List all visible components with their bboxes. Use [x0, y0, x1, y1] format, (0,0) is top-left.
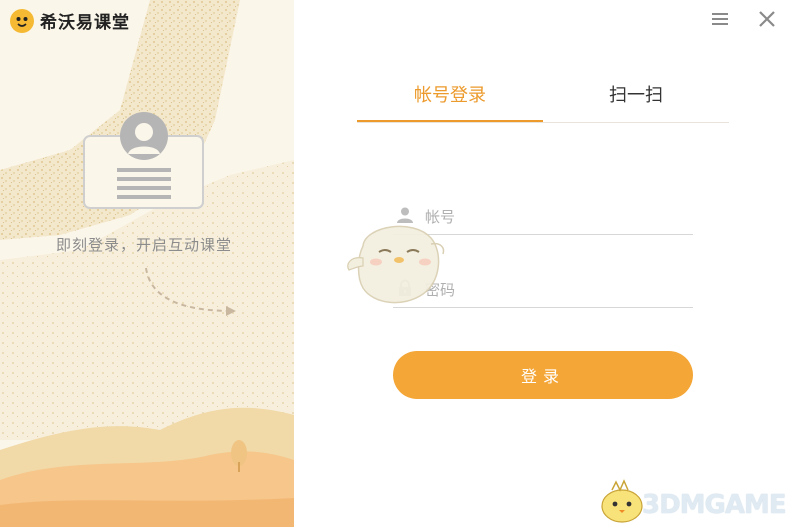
chick-face-icon: [10, 8, 34, 33]
app-logo: 希沃易课堂: [10, 8, 130, 33]
account-input[interactable]: [423, 202, 687, 232]
watermark-chick-icon: [601, 479, 643, 523]
avatar-card-icon: [83, 112, 204, 209]
speckled-background: [0, 0, 294, 527]
title-bar: 希沃易课堂: [0, 0, 790, 40]
id-card-illustration: [82, 110, 206, 214]
close-button[interactable]: [756, 8, 778, 30]
left-illustration-panel: [0, 0, 294, 527]
mascot-bird-icon: [347, 225, 445, 304]
login-button[interactable]: 登录: [393, 351, 693, 399]
watermark: 3DMGAME: [598, 478, 787, 524]
hamburger-menu-icon: [712, 13, 728, 25]
tab-account-login[interactable]: 帐号登录: [357, 80, 543, 122]
password-input[interactable]: [423, 275, 687, 305]
tab-divider: [357, 122, 729, 123]
watermark-text: 3DMGAME: [642, 490, 787, 520]
slogan-text: 即刻登录，开启互动课堂: [56, 236, 233, 254]
menu-button[interactable]: [709, 8, 731, 30]
close-icon: [759, 11, 775, 27]
app-title: 希沃易课堂: [40, 13, 130, 33]
active-tab-indicator: [357, 120, 543, 122]
login-tabs: 帐号登录 扫一扫: [357, 80, 729, 124]
tab-scan[interactable]: 扫一扫: [543, 80, 729, 122]
